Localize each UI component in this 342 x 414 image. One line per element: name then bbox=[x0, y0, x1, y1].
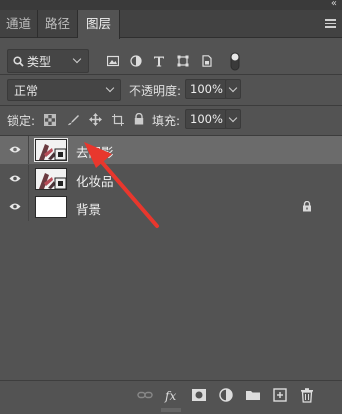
tab-paths[interactable]: 路径 bbox=[38, 10, 78, 38]
visibility-eye-icon[interactable] bbox=[9, 174, 21, 183]
filter-kind-dropdown[interactable]: 类型 bbox=[7, 49, 89, 73]
tab-layers[interactable]: 图层 bbox=[78, 10, 120, 39]
panel-tab-bar: 通道 路径 图层 bbox=[0, 10, 342, 39]
layer-thumbnail[interactable] bbox=[35, 168, 67, 190]
layer-divider bbox=[28, 136, 29, 164]
smart-object-filter-icon[interactable] bbox=[201, 55, 213, 67]
filter-kind-label: 类型 bbox=[27, 55, 52, 69]
lock-all-icon[interactable] bbox=[133, 113, 145, 125]
blend-mode-dropdown[interactable]: 正常 bbox=[7, 79, 121, 101]
visibility-eye-icon[interactable] bbox=[9, 202, 21, 211]
search-icon bbox=[13, 56, 24, 67]
layer-row-bei-jing[interactable]: 背景 bbox=[0, 193, 342, 221]
adjustment-filter-icon[interactable] bbox=[130, 55, 142, 67]
shape-filter-icon[interactable] bbox=[177, 55, 189, 67]
layer-thumbnail[interactable] bbox=[35, 196, 67, 218]
lock-transparent-pixels-icon[interactable] bbox=[44, 114, 56, 126]
new-layer-icon[interactable] bbox=[272, 387, 288, 403]
tab-channels[interactable]: 通道 bbox=[0, 10, 38, 38]
lock-row: 锁定: 填充: 100% bbox=[0, 106, 342, 135]
blend-mode-value: 正常 bbox=[14, 84, 39, 98]
fill-input[interactable]: 100% bbox=[185, 109, 227, 129]
collapse-panel-icon[interactable]: « bbox=[331, 0, 338, 9]
opacity-input[interactable]: 100% bbox=[185, 79, 227, 99]
link-layers-icon[interactable] bbox=[137, 387, 153, 403]
svg-text:fx: fx bbox=[164, 389, 176, 403]
layer-thumbnail[interactable] bbox=[34, 138, 68, 162]
portrait-thumbnail-image bbox=[36, 140, 66, 160]
layer-row-qu-yin-ying[interactable]: 去阴影 bbox=[0, 136, 342, 164]
lock-label: 锁定: bbox=[7, 114, 36, 128]
lock-image-pixels-icon[interactable] bbox=[67, 114, 79, 126]
panel-top-strip: « bbox=[0, 0, 342, 10]
opacity-slider-button[interactable] bbox=[225, 79, 241, 99]
chevron-down-icon bbox=[228, 83, 238, 93]
fill-slider-button[interactable] bbox=[225, 109, 241, 129]
delete-layer-trash-icon[interactable] bbox=[299, 387, 315, 403]
panel-menu-icon[interactable] bbox=[325, 19, 336, 28]
type-filter-icon[interactable] bbox=[153, 55, 165, 67]
chevron-down-icon bbox=[72, 54, 82, 64]
layer-divider bbox=[28, 193, 29, 221]
add-mask-icon[interactable] bbox=[191, 387, 207, 403]
filter-row: 类型 bbox=[0, 38, 342, 74]
layer-style-fx-icon[interactable]: fx bbox=[164, 387, 180, 403]
lock-position-icon[interactable] bbox=[89, 113, 102, 126]
blend-row: 正常 不透明度: 100% bbox=[0, 75, 342, 105]
resize-grip[interactable] bbox=[161, 408, 181, 412]
chevron-down-icon bbox=[228, 113, 238, 123]
layers-bottom-toolbar: fx bbox=[0, 380, 342, 414]
opacity-label: 不透明度: bbox=[129, 84, 182, 98]
lock-artboard-icon[interactable] bbox=[112, 114, 124, 126]
visibility-eye-icon[interactable] bbox=[9, 145, 21, 154]
opacity-value: 100% bbox=[190, 82, 223, 96]
layer-divider bbox=[28, 165, 29, 193]
new-adjustment-layer-icon[interactable] bbox=[218, 387, 234, 403]
layer-name[interactable]: 背景 bbox=[76, 199, 101, 218]
layer-name[interactable]: 化妆品 bbox=[76, 171, 114, 190]
lock-icon[interactable] bbox=[302, 201, 312, 212]
fill-label: 填充: bbox=[152, 114, 181, 128]
layer-row-hua-zhuang-pin[interactable]: 化妆品 bbox=[0, 165, 342, 193]
filter-toggle-switch[interactable] bbox=[229, 50, 241, 72]
new-group-folder-icon[interactable] bbox=[245, 387, 261, 403]
fill-value: 100% bbox=[190, 112, 223, 126]
image-filter-icon[interactable] bbox=[107, 55, 119, 67]
layer-name[interactable]: 去阴影 bbox=[76, 142, 114, 161]
portrait-thumbnail-image bbox=[36, 169, 66, 189]
chevron-down-icon bbox=[105, 83, 115, 93]
